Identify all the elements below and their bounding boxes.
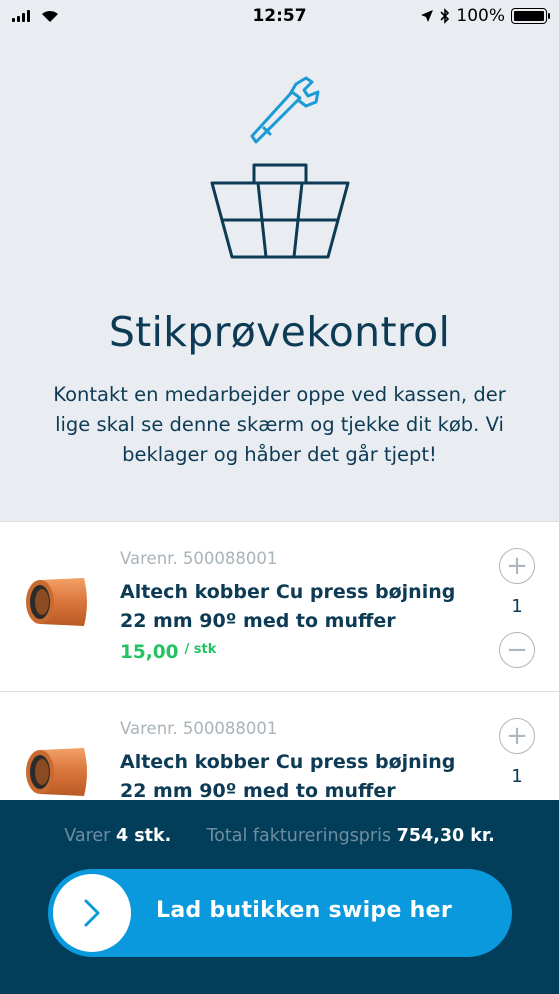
- page-description: Kontakt en medarbejder oppe ved kassen, …: [53, 383, 506, 466]
- wrench-icon: [250, 76, 320, 144]
- quantity-value: 1: [511, 596, 523, 617]
- quantity-value: 1: [511, 766, 523, 787]
- status-bar: 12:57 100%: [0, 0, 559, 32]
- swipe-label: Lad butikken swipe her: [156, 898, 452, 923]
- checkout-footer: Varer 4 stk. Total faktureringspris 754,…: [0, 800, 559, 994]
- increase-quantity-button[interactable]: +: [499, 548, 535, 584]
- item-number: Varenr. 500088001: [120, 719, 278, 738]
- increase-quantity-button[interactable]: +: [499, 718, 535, 754]
- list-item: Varenr. 500088001 Altech kobber Cu press…: [0, 692, 559, 800]
- total-label: Total faktureringspris: [206, 826, 392, 846]
- battery-percentage: 100%: [456, 6, 505, 26]
- items-count: 4 stk.: [115, 826, 172, 846]
- page-title: Stikprøvekontrol: [108, 308, 451, 356]
- total-price: 754,30 kr.: [396, 826, 495, 846]
- wifi-icon: [42, 10, 58, 22]
- minus-icon: −: [506, 635, 528, 665]
- plus-icon: +: [506, 551, 528, 581]
- product-name: Altech kobber Cu press bøjning 22 mm 90º…: [120, 751, 456, 800]
- swipe-to-pay-slider[interactable]: Lad butikken swipe her: [48, 869, 512, 957]
- battery-icon: [511, 8, 550, 24]
- items-label: Varer: [64, 826, 111, 846]
- product-thumbnail: [26, 748, 87, 796]
- product-list[interactable]: Varenr. 500088001 Altech kobber Cu press…: [0, 521, 559, 800]
- location-icon: [421, 10, 434, 22]
- signal-icon: [12, 10, 30, 22]
- decrease-quantity-button[interactable]: −: [499, 632, 535, 668]
- basket-icon: [210, 163, 350, 259]
- plus-icon: +: [506, 721, 528, 751]
- price-amount: 15,00: [120, 642, 179, 663]
- bluetooth-icon: [440, 8, 450, 24]
- spot-check-hero: Stikprøvekontrol Kontakt en medarbejder …: [0, 32, 559, 522]
- list-item: Varenr. 500088001 Altech kobber Cu press…: [0, 522, 559, 692]
- price-unit: / stk: [184, 642, 217, 657]
- chevron-right-icon: [84, 899, 100, 927]
- item-number: Varenr. 500088001: [120, 549, 278, 568]
- product-thumbnail: [26, 578, 87, 626]
- swipe-handle[interactable]: [53, 874, 131, 952]
- product-name: Altech kobber Cu press bøjning 22 mm 90º…: [120, 581, 456, 632]
- product-price: 15,00 / stk: [120, 642, 216, 663]
- order-summary: Varer 4 stk. Total faktureringspris 754,…: [0, 826, 559, 846]
